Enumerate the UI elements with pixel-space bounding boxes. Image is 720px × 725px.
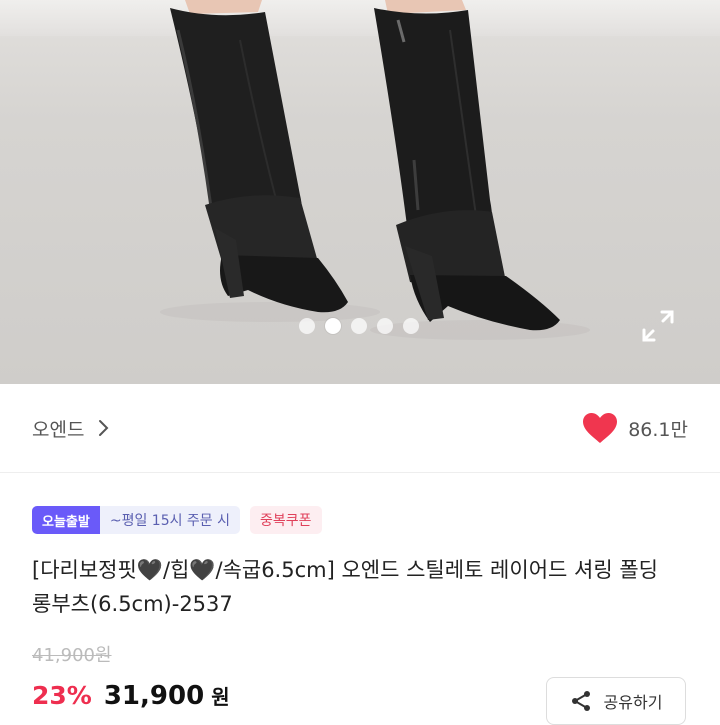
discount-rate: 23%: [32, 681, 92, 710]
share-label: 공유하기: [603, 693, 663, 712]
share-icon: [571, 691, 590, 711]
share-button[interactable]: 공유하기: [546, 677, 686, 725]
brand-row: 오엔드 86.1만: [0, 384, 720, 473]
product-info: 오늘출발 ~평일 15시 주문 시 중복쿠폰 [다리보정핏🖤/힙🖤/속굽6.5c…: [0, 473, 720, 725]
currency-unit: 원: [211, 685, 230, 709]
pagination-dot[interactable]: [299, 318, 315, 334]
pagination-dot[interactable]: [403, 318, 419, 334]
coupon-badge: 중복쿠폰: [250, 506, 322, 534]
like-count: 86.1만: [628, 418, 688, 441]
like-button[interactable]: 86.1만: [582, 410, 688, 446]
price-row: 23% 31,900 원: [32, 681, 230, 711]
sale-price-group: 31,900 원: [104, 681, 230, 711]
heart-icon: [583, 413, 618, 443]
shipping-cutoff-text: ~평일 15시 주문 시: [99, 506, 241, 534]
badge-row: 오늘출발 ~평일 15시 주문 시 중복쿠폰: [32, 505, 322, 535]
expand-image-button[interactable]: [638, 306, 678, 346]
pagination-dot[interactable]: [351, 318, 367, 334]
today-shipping-badge: 오늘출발: [32, 506, 100, 534]
pagination-dot-active[interactable]: [325, 318, 341, 334]
product-image[interactable]: [0, 0, 720, 384]
expand-icon: [642, 310, 674, 342]
pagination-dot[interactable]: [377, 318, 393, 334]
gallery-pagination: [0, 318, 719, 338]
brand-link[interactable]: 오엔드: [32, 412, 110, 444]
original-price: 41,900원: [32, 645, 112, 666]
brand-name: 오엔드: [32, 418, 85, 441]
product-title: [다리보정핏🖤/힙🖤/속굽6.5cm] 오엔드 스틸레토 레이어드 셔링 폴딩 …: [32, 558, 658, 616]
chevron-right-icon: [99, 420, 109, 436]
sale-price: 31,900: [103, 681, 205, 711]
